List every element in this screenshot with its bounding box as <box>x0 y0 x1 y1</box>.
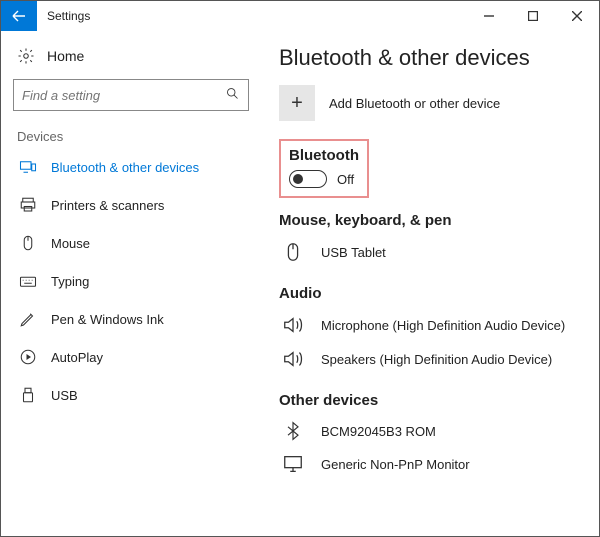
nav-usb[interactable]: USB <box>13 376 249 414</box>
device-label: BCM92045B3 ROM <box>321 424 436 439</box>
sidebar: Home Devices Bluetooth & other devices P… <box>1 31 261 536</box>
other-devices-section: Other devices BCM92045B3 ROM Generic Non… <box>279 392 587 481</box>
search-box[interactable] <box>13 79 249 111</box>
mouse-icon <box>279 241 307 263</box>
device-speakers[interactable]: Speakers (High Definition Audio Device) <box>279 342 587 376</box>
audio-section: Audio Microphone (High Definition Audio … <box>279 285 587 376</box>
maximize-button[interactable] <box>511 1 555 31</box>
nav-printers[interactable]: Printers & scanners <box>13 186 249 224</box>
nav-label: AutoPlay <box>51 350 103 365</box>
nav-label: USB <box>51 388 78 403</box>
page-title: Bluetooth & other devices <box>279 45 587 71</box>
bluetooth-icon <box>279 421 307 441</box>
nav-autoplay[interactable]: AutoPlay <box>13 338 249 376</box>
usb-icon <box>19 386 37 404</box>
bluetooth-toggle[interactable] <box>289 170 327 188</box>
window-title: Settings <box>37 9 467 23</box>
device-label: Microphone (High Definition Audio Device… <box>321 318 565 333</box>
section-title: Mouse, keyboard, & pen <box>279 212 587 229</box>
device-label: USB Tablet <box>321 245 386 260</box>
minimize-button[interactable] <box>467 1 511 31</box>
close-button[interactable] <box>555 1 599 31</box>
add-device-button[interactable]: + Add Bluetooth or other device <box>279 85 587 121</box>
device-usb-tablet[interactable]: USB Tablet <box>279 235 587 269</box>
bluetooth-title: Bluetooth <box>289 147 359 164</box>
gear-icon <box>17 47 35 65</box>
add-device-label: Add Bluetooth or other device <box>329 96 500 111</box>
device-microphone[interactable]: Microphone (High Definition Audio Device… <box>279 308 587 342</box>
nav-bluetooth-devices[interactable]: Bluetooth & other devices <box>13 148 249 186</box>
monitor-icon <box>279 453 307 475</box>
nav-label: Pen & Windows Ink <box>51 312 164 327</box>
device-monitor[interactable]: Generic Non-PnP Monitor <box>279 447 587 481</box>
category-label: Devices <box>13 129 249 148</box>
nav-mouse[interactable]: Mouse <box>13 224 249 262</box>
device-label: Speakers (High Definition Audio Device) <box>321 352 552 367</box>
home-label: Home <box>47 48 84 64</box>
autoplay-icon <box>19 348 37 366</box>
nav-label: Bluetooth & other devices <box>51 160 199 175</box>
mouse-icon <box>19 234 37 252</box>
back-button[interactable] <box>1 1 37 31</box>
speaker-icon <box>279 314 307 336</box>
nav-pen[interactable]: Pen & Windows Ink <box>13 300 249 338</box>
nav-label: Mouse <box>51 236 90 251</box>
speaker-icon <box>279 348 307 370</box>
device-label: Generic Non-PnP Monitor <box>321 457 470 472</box>
nav-typing[interactable]: Typing <box>13 262 249 300</box>
main-panel: Bluetooth & other devices + Add Bluetoot… <box>261 31 599 536</box>
home-button[interactable]: Home <box>13 39 249 79</box>
nav-label: Printers & scanners <box>51 198 164 213</box>
bluetooth-state: Off <box>337 172 354 187</box>
title-bar: Settings <box>1 1 599 31</box>
keyboard-icon <box>19 272 37 290</box>
devices-icon <box>19 158 37 176</box>
plus-icon: + <box>279 85 315 121</box>
search-input[interactable] <box>22 88 225 103</box>
bluetooth-section: Bluetooth Off <box>279 139 369 198</box>
printer-icon <box>19 196 37 214</box>
mouse-keyboard-section: Mouse, keyboard, & pen USB Tablet <box>279 212 587 269</box>
device-bcm[interactable]: BCM92045B3 ROM <box>279 415 587 447</box>
pen-icon <box>19 310 37 328</box>
section-title: Audio <box>279 285 587 302</box>
search-icon <box>225 86 240 104</box>
section-title: Other devices <box>279 392 587 409</box>
nav-label: Typing <box>51 274 89 289</box>
